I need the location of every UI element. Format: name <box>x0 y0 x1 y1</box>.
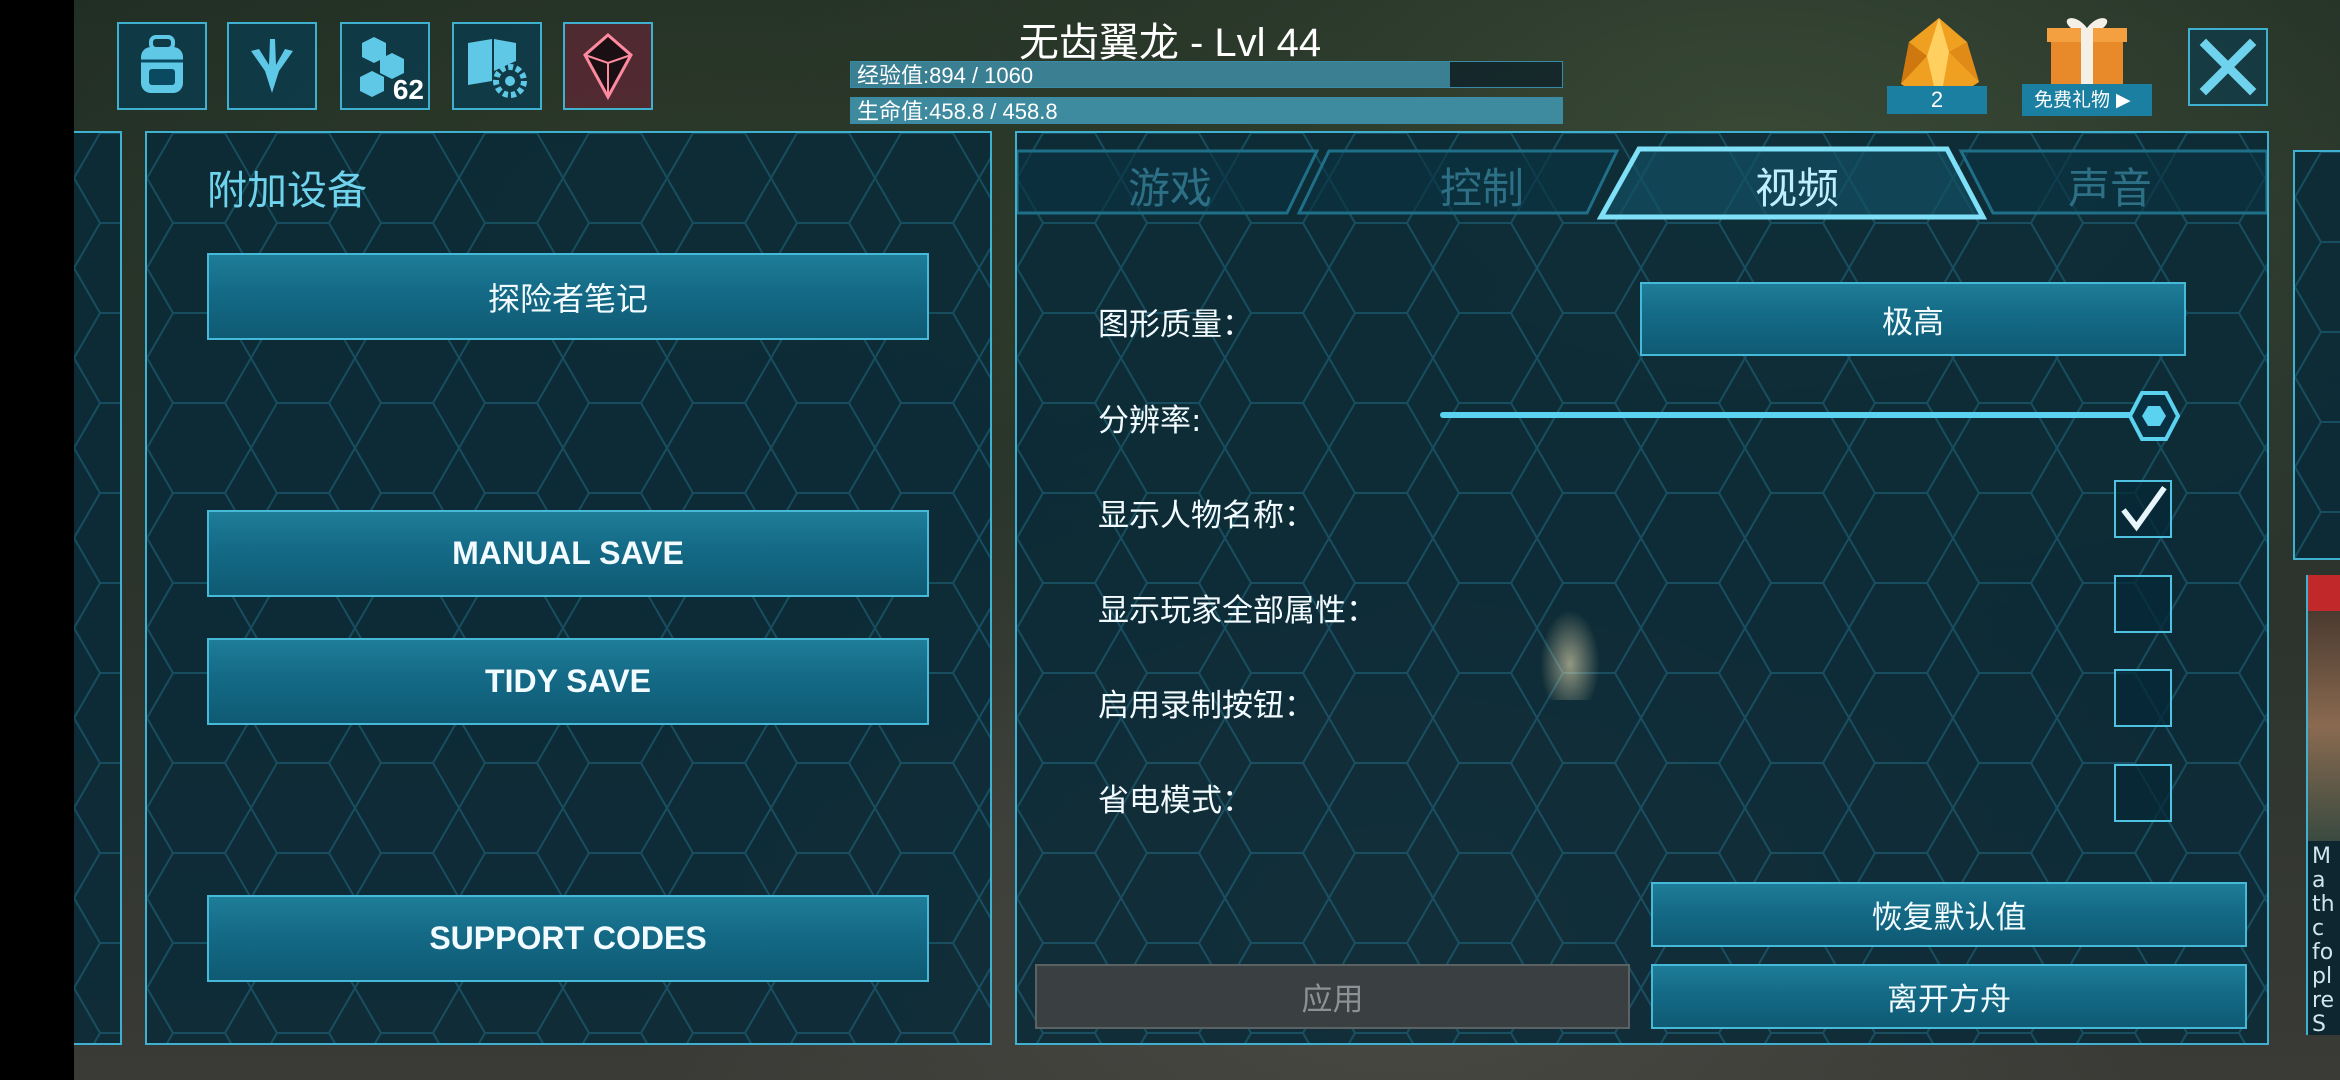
show-all-stats-checkbox[interactable] <box>2114 575 2172 633</box>
left-letterbox <box>0 0 74 1080</box>
engram-points-count: 62 <box>392 74 424 105</box>
leave-ark-label: 离开方舟 <box>1887 982 2011 1017</box>
resolution-slider[interactable] <box>1440 412 2150 418</box>
tab-video[interactable]: 视频 <box>1667 150 1927 220</box>
close-icon <box>2199 38 2257 96</box>
free-gift-button[interactable]: 免费礼物 ▶ <box>2022 84 2152 116</box>
tidy-save-label: TIDY SAVE <box>485 663 651 699</box>
tab-controls[interactable]: 控制 <box>1352 150 1612 220</box>
gift-icon[interactable] <box>2045 12 2129 90</box>
check-icon <box>2121 485 2167 532</box>
edge-card-text: M a th c fo pl re S <box>2312 844 2335 1036</box>
tab-game[interactable]: 游戏 <box>1040 150 1300 220</box>
right-edge-panel <box>2293 150 2340 560</box>
settings-button[interactable] <box>452 22 542 110</box>
inventory-button[interactable] <box>117 22 207 110</box>
creature-title: 无齿翼龙 - Lvl 44 <box>1018 21 1322 65</box>
manual-save-button[interactable]: MANUAL SAVE <box>207 510 929 597</box>
left-edge-panel <box>74 131 122 1045</box>
explorer-notes-label: 探险者笔记 <box>487 280 648 317</box>
tame-button[interactable] <box>227 22 317 110</box>
explorer-notes-button[interactable]: 探险者笔记 <box>207 253 929 340</box>
extras-panel-title: 附加设备 <box>207 168 367 214</box>
support-codes-button[interactable]: SUPPORT CODES <box>207 895 929 982</box>
engrams-button[interactable]: 62 <box>340 22 430 110</box>
settings-book-icon <box>468 39 527 98</box>
campfire-glow <box>1540 610 1600 700</box>
tidy-save-button[interactable]: TIDY SAVE <box>207 638 929 725</box>
close-button[interactable] <box>2188 28 2268 106</box>
backpack-icon <box>141 35 183 93</box>
restore-defaults-label: 恢复默认值 <box>1871 900 2027 935</box>
manual-save-label: MANUAL SAVE <box>452 535 684 571</box>
xp-label: 经验值:894 / 1060 <box>857 63 1034 88</box>
apply-label: 应用 <box>1301 982 1364 1017</box>
restore-defaults-button[interactable]: 恢复默认值 <box>1651 882 2247 947</box>
resolution-label: 分辨率: <box>1098 403 1202 439</box>
apply-button[interactable]: 应用 <box>1035 964 1630 1029</box>
dino-footprint-icon <box>251 39 293 93</box>
graphics-quality-dropdown[interactable]: 极高 <box>1640 282 2186 356</box>
edge-card-image <box>2308 611 2340 841</box>
show-names-label: 显示人物名称： <box>1098 498 1315 534</box>
resolution-slider-thumb[interactable] <box>2128 390 2180 442</box>
record-button-checkbox[interactable] <box>2114 669 2172 727</box>
power-save-label: 省电模式： <box>1098 783 1253 819</box>
tab-audio[interactable]: 声音 <box>1980 150 2240 220</box>
show-names-checkbox[interactable] <box>2114 480 2172 538</box>
edge-card-banner <box>2308 575 2340 611</box>
graphics-quality-value: 极高 <box>1882 304 1944 340</box>
right-edge-card[interactable]: M a th c fo pl re S <box>2306 575 2340 1035</box>
health-label: 生命值:458.8 / 458.8 <box>857 99 1058 124</box>
extras-panel: 附加设备 探险者笔记 MANUAL SAVE TIDY SAVE SUPPORT… <box>145 131 992 1045</box>
power-save-checkbox[interactable] <box>2114 764 2172 822</box>
tek-button[interactable] <box>563 22 653 110</box>
crystal-count: 2 <box>1887 86 1987 114</box>
health-bar: 生命值:458.8 / 458.8 <box>850 97 1563 124</box>
record-button-label: 启用录制按钮： <box>1098 688 1315 724</box>
show-all-stats-label: 显示玩家全部属性： <box>1098 593 1377 629</box>
graphics-quality-label: 图形质量： <box>1098 307 1253 343</box>
leave-ark-button[interactable]: 离开方舟 <box>1651 964 2247 1029</box>
xp-bar: 经验值:894 / 1060 <box>850 61 1563 88</box>
tek-crystal-icon <box>583 33 633 101</box>
support-codes-label: SUPPORT CODES <box>429 920 707 956</box>
